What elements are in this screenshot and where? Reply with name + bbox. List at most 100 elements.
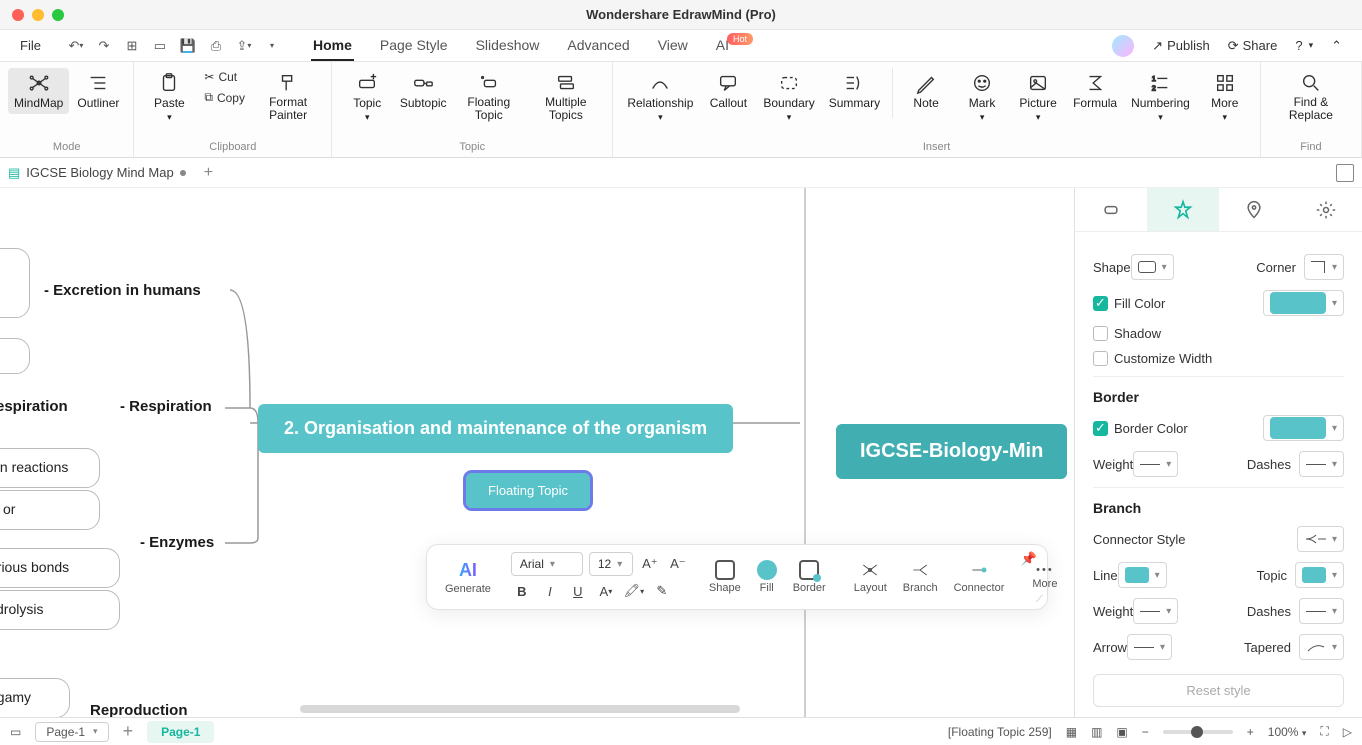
cut-button[interactable]: ✂Cut: [198, 68, 251, 86]
node-yl[interactable]: yl or: [0, 490, 100, 530]
fit-icon[interactable]: ▣: [1116, 725, 1127, 739]
more-insert-button[interactable]: More▾: [1198, 68, 1252, 127]
tab-home[interactable]: Home: [311, 31, 354, 61]
tab-view[interactable]: View: [656, 31, 690, 61]
callout-button[interactable]: Callout: [701, 68, 755, 114]
node-respiration[interactable]: - Respiration: [120, 398, 212, 415]
customize-width-checkbox[interactable]: [1093, 351, 1108, 366]
mark-button[interactable]: Mark▾: [955, 68, 1009, 127]
save-button[interactable]: 💾: [177, 35, 199, 57]
layout-button[interactable]: Layout: [846, 560, 895, 594]
node-partial-2[interactable]: [0, 338, 30, 374]
zoom-slider[interactable]: [1163, 730, 1233, 734]
zoom-in-button[interactable]: +: [1247, 725, 1254, 739]
underline-button[interactable]: U: [567, 580, 589, 602]
node-reproduction[interactable]: Reproduction: [90, 702, 188, 717]
branch-dashes-select[interactable]: ▾: [1299, 598, 1344, 624]
node-bonds[interactable]: arious bonds: [0, 548, 120, 588]
node-ion-reactions[interactable]: ion reactions: [0, 448, 100, 488]
zoom-out-button[interactable]: −: [1142, 725, 1149, 739]
fullscreen-button[interactable]: ⛶: [1320, 724, 1328, 739]
node-espiration-partial[interactable]: espiration: [0, 398, 68, 415]
format-painter-button[interactable]: Format Painter: [253, 68, 323, 126]
ai-generate-button[interactable]: AI Generate: [437, 560, 499, 595]
mindmap-button[interactable]: MindMap: [8, 68, 69, 114]
tab-page-style[interactable]: Page Style: [378, 31, 450, 61]
tab-ai[interactable]: AIHot: [714, 31, 755, 61]
floating-topic-selected[interactable]: Floating Topic: [466, 473, 590, 508]
border-button[interactable]: Border: [785, 560, 834, 594]
resize-handle[interactable]: ⟋: [1036, 594, 1043, 605]
paste-button[interactable]: Paste▾: [142, 68, 196, 127]
bold-button[interactable]: B: [511, 580, 533, 602]
connector-style-select[interactable]: ▾: [1297, 526, 1344, 552]
root-topic[interactable]: IGCSE-Biology-Min: [836, 424, 1067, 479]
reset-style-button[interactable]: Reset style: [1093, 674, 1344, 707]
topic-button[interactable]: Topic▾: [340, 68, 394, 127]
fill-color-select[interactable]: ▾: [1263, 290, 1344, 316]
pin-icon[interactable]: 📌: [1021, 551, 1037, 567]
open-button[interactable]: ▭: [149, 35, 171, 57]
corner-select[interactable]: ▾: [1304, 254, 1344, 280]
sp-tab-settings[interactable]: [1290, 188, 1362, 231]
arrow-select[interactable]: ▾: [1127, 634, 1172, 660]
relationship-button[interactable]: Relationship▾: [621, 68, 699, 127]
print-button[interactable]: ⎙: [205, 35, 227, 57]
sp-tab-topic[interactable]: [1075, 188, 1147, 231]
canvas[interactable]: - Excretion in humans espiration - Respi…: [0, 188, 1074, 717]
boundary-button[interactable]: Boundary▾: [757, 68, 820, 127]
connector-button[interactable]: Connector: [946, 560, 1013, 594]
publish-button[interactable]: ↗Publish: [1152, 38, 1210, 54]
branch-button[interactable]: Branch: [895, 560, 946, 594]
line-color-select[interactable]: ▾: [1118, 562, 1167, 588]
add-doc-tab-button[interactable]: +: [198, 164, 219, 182]
highlight-button[interactable]: 🖍▾: [623, 580, 645, 602]
layers-icon[interactable]: ▥: [1091, 725, 1102, 739]
floating-topic-button[interactable]: Floating Topic: [452, 68, 525, 126]
summary-button[interactable]: Summary: [823, 68, 886, 114]
picture-button[interactable]: Picture▾: [1011, 68, 1065, 127]
numbering-button[interactable]: 12Numbering▾: [1125, 68, 1196, 127]
user-avatar[interactable]: [1112, 35, 1134, 57]
node-excretion[interactable]: - Excretion in humans: [44, 282, 201, 299]
more-format-button[interactable]: •••More: [1024, 564, 1065, 590]
border-dashes-select[interactable]: ▾: [1299, 451, 1344, 477]
more-qat[interactable]: ▾: [261, 35, 283, 57]
fill-color-checkbox[interactable]: ✓: [1093, 296, 1108, 311]
traffic-lights[interactable]: [12, 9, 64, 21]
redo-button[interactable]: ↷: [93, 35, 115, 57]
node-ogamy[interactable]: ogamy: [0, 678, 70, 717]
tapered-select[interactable]: ▾: [1299, 634, 1344, 660]
file-menu[interactable]: File: [8, 34, 53, 57]
present-button[interactable]: ▷: [1343, 725, 1352, 739]
grid-icon[interactable]: ▦: [1066, 725, 1077, 739]
shape-select[interactable]: ▾: [1131, 254, 1174, 280]
zoom-level[interactable]: 100% ▾: [1268, 725, 1307, 739]
font-decrease-button[interactable]: A⁻: [667, 553, 689, 575]
node-partial-1[interactable]: [0, 248, 30, 318]
doc-tab-active[interactable]: ▤ IGCSE Biology Mind Map: [8, 165, 186, 181]
font-color-button[interactable]: A▾: [595, 580, 617, 602]
node-enzymes[interactable]: - Enzymes: [140, 534, 214, 551]
share-button[interactable]: ⟳Share: [1228, 38, 1278, 54]
fill-button[interactable]: Fill: [749, 560, 785, 594]
sp-tab-style[interactable]: [1147, 188, 1219, 231]
font-select[interactable]: Arial▾: [511, 552, 583, 576]
note-button[interactable]: Note: [899, 68, 953, 114]
add-page-button[interactable]: +: [123, 721, 134, 742]
multiple-topics-button[interactable]: Multiple Topics: [527, 68, 604, 126]
undo-button[interactable]: ↶▾: [65, 35, 87, 57]
border-color-select[interactable]: ▾: [1263, 415, 1344, 441]
clear-format-button[interactable]: ✎: [651, 580, 673, 602]
border-weight-select[interactable]: ▾: [1133, 451, 1178, 477]
shape-button[interactable]: Shape: [701, 560, 749, 594]
italic-button[interactable]: I: [539, 580, 561, 602]
page-tab-active[interactable]: Page-1: [147, 721, 214, 743]
canvas-h-scrollbar[interactable]: [300, 705, 740, 713]
new-button[interactable]: ⊞: [121, 35, 143, 57]
shadow-checkbox[interactable]: [1093, 326, 1108, 341]
branch-weight-select[interactable]: ▾: [1133, 598, 1178, 624]
topic-organisation[interactable]: 2. Organisation and maintenance of the o…: [258, 404, 733, 453]
subtopic-button[interactable]: Subtopic: [396, 68, 450, 114]
topic-color-select[interactable]: ▾: [1295, 562, 1344, 588]
